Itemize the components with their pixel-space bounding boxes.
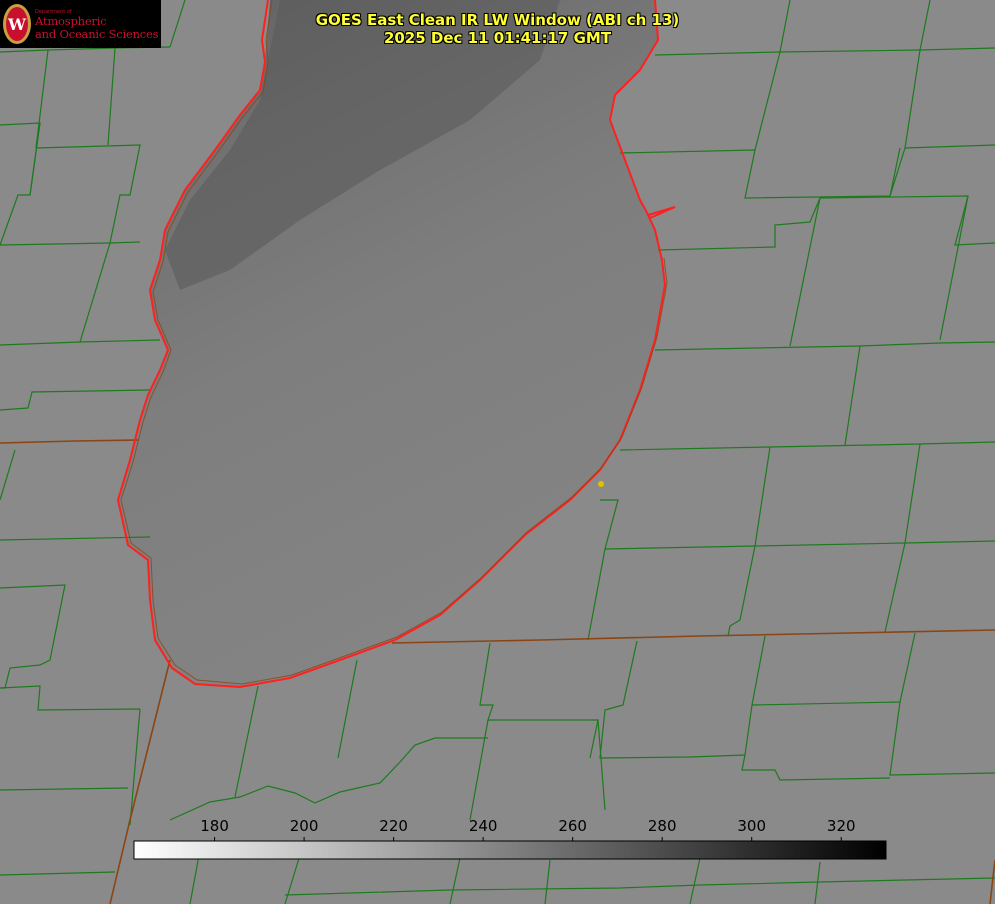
aos-logo: W Department of Atmospheric and Oceanic … bbox=[0, 0, 161, 48]
satellite-map: 180 200 220 240 260 280 300 320 bbox=[0, 0, 995, 904]
colorbar-tick-label: 280 bbox=[648, 817, 677, 835]
seal-letter: W bbox=[7, 15, 27, 34]
colorbar-tick-label: 320 bbox=[827, 817, 856, 835]
colorbar-tick-label: 220 bbox=[379, 817, 408, 835]
colorbar-tick-label: 300 bbox=[737, 817, 766, 835]
colorbar-tick-label: 200 bbox=[290, 817, 319, 835]
colorbar-gradient bbox=[133, 840, 887, 860]
logo-line2: and Oceanic Sciences bbox=[35, 27, 159, 41]
uw-crest-icon: W bbox=[3, 4, 31, 44]
colorbar-tick-label: 240 bbox=[469, 817, 498, 835]
location-marker bbox=[598, 481, 604, 487]
colorbar-tick-label: 260 bbox=[558, 817, 587, 835]
logo-line1: Atmospheric bbox=[35, 14, 107, 28]
colorbar-tick-label: 180 bbox=[200, 817, 229, 835]
